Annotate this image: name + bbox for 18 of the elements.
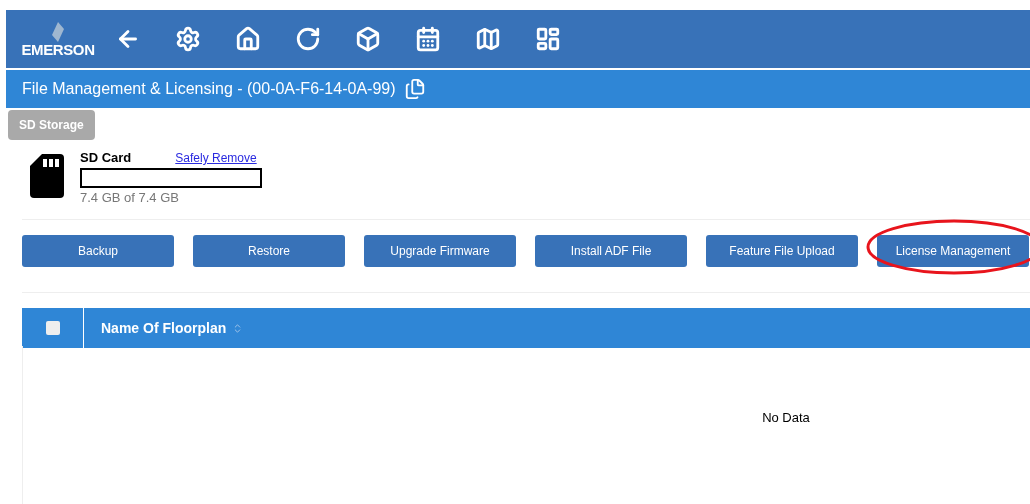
empty-message: No Data — [762, 409, 810, 427]
storage-usage: 7.4 GB of 7.4 GB — [80, 188, 180, 207]
page-title: File Management & Licensing - (00-0A-F6-14-0A-99) — [22, 79, 396, 99]
action-button[interactable]: Install ADF File — [535, 235, 687, 267]
action-button[interactable]: Restore — [193, 235, 345, 267]
action-button[interactable]: Feature File Upload — [706, 235, 858, 267]
column-header[interactable]: Name Of Floorplan — [101, 317, 227, 339]
action-button[interactable]: Backup — [22, 235, 174, 267]
tooltip: SD Storage — [8, 110, 95, 140]
action-button[interactable]: Upgrade Firmware — [364, 235, 516, 267]
select-all-checkbox[interactable] — [45, 321, 60, 335]
safely-remove-link[interactable]: Safely Remove — [175, 149, 257, 167]
copy-icon[interactable] — [403, 78, 426, 100]
logo: EMERSON — [21, 41, 95, 57]
logo-icon — [52, 21, 64, 42]
action-button[interactable]: License Management — [877, 235, 1029, 267]
sd-card-icon — [30, 154, 64, 198]
storage-name: SD Card — [80, 149, 132, 167]
